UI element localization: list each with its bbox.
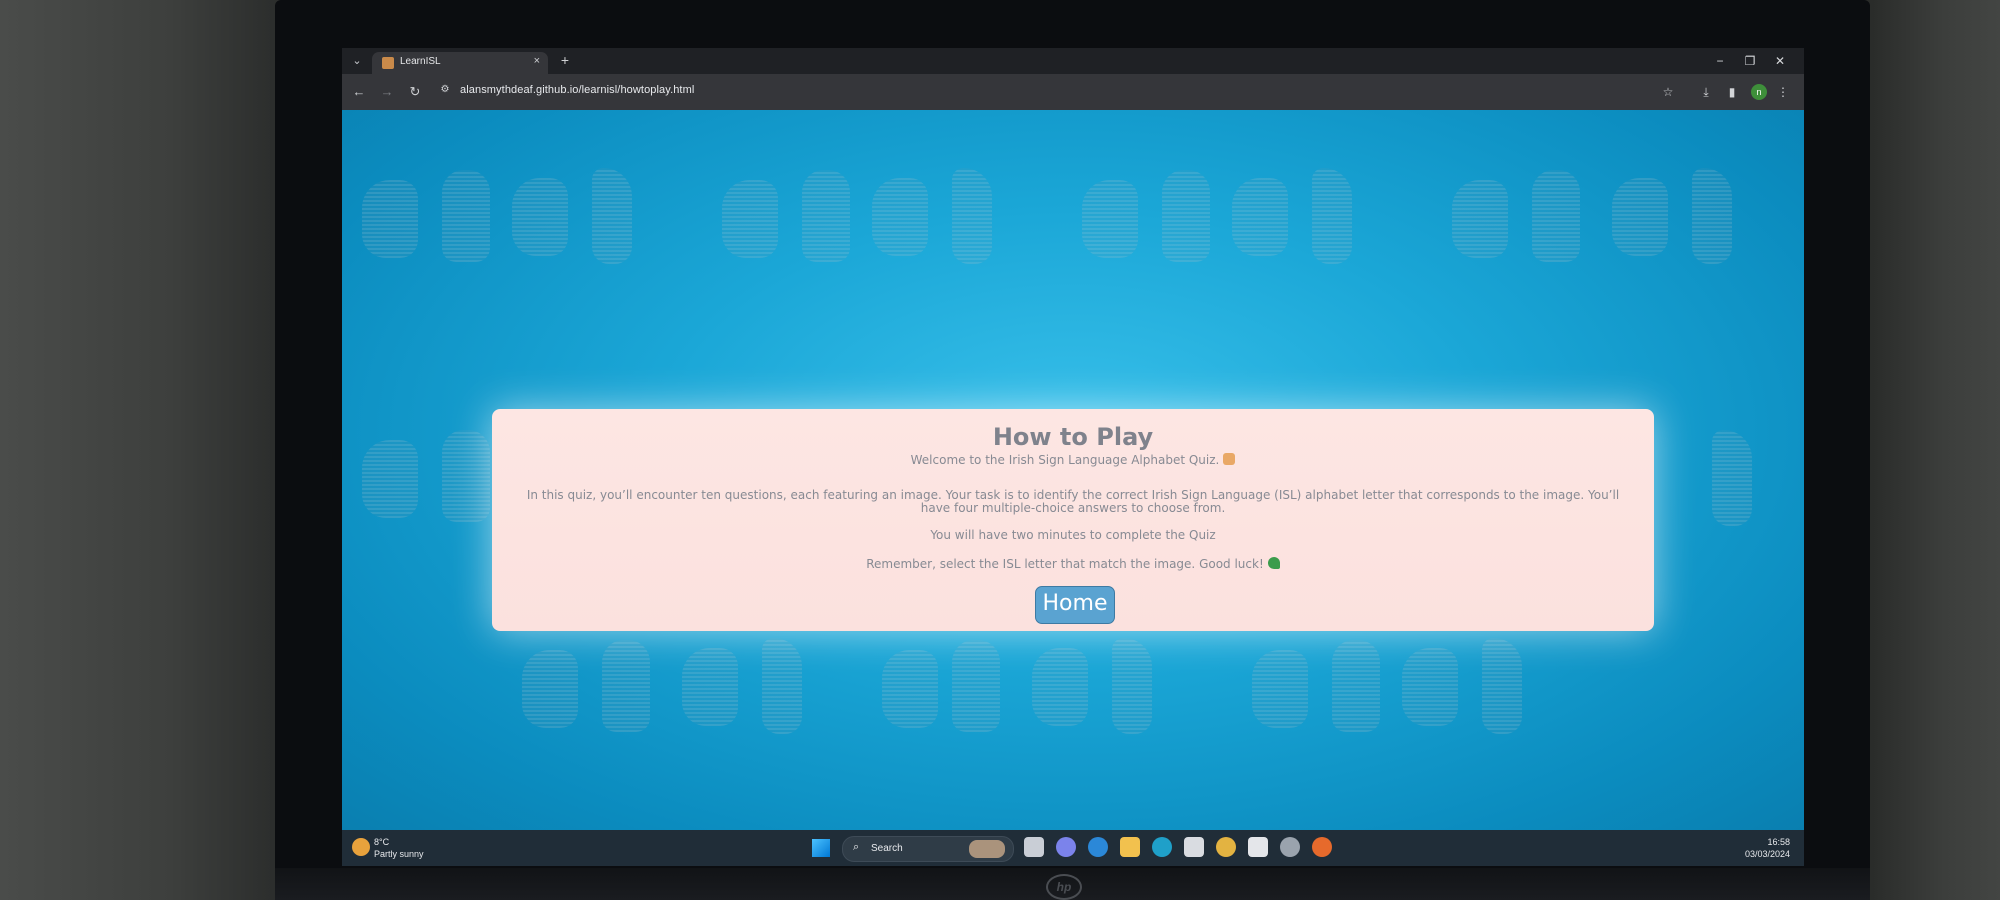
hand-sign-image: [602, 640, 650, 732]
hand-sign-image: [1532, 170, 1580, 262]
search-label: Search: [871, 843, 903, 854]
hand-sign-image: [1032, 648, 1088, 726]
background-hand-pattern-top: [342, 160, 1804, 270]
hand-sign-image: [1082, 180, 1138, 258]
hand-sign-image: [1332, 640, 1380, 732]
hand-sign-image: [362, 440, 418, 518]
weather-temperature: 8°C: [374, 837, 390, 847]
clock-time: 16:58: [1767, 837, 1790, 847]
downloads-icon[interactable]: ⤓: [1697, 83, 1715, 101]
forward-button[interactable]: →: [378, 83, 396, 101]
new-tab-button[interactable]: +: [556, 52, 574, 68]
monitor-logo: hp: [1046, 874, 1082, 900]
chat-icon[interactable]: [1056, 837, 1076, 857]
site-info-icon[interactable]: ⚙: [438, 84, 452, 98]
profile-avatar[interactable]: n: [1751, 84, 1767, 100]
hand-sign-image: [1402, 648, 1458, 726]
reload-button[interactable]: ↻: [406, 83, 424, 101]
hand-sign-image: [762, 638, 802, 734]
hand-sign-image: [1452, 180, 1508, 258]
taskbar-search[interactable]: ⌕ Search: [842, 836, 1014, 862]
welcome-line: Welcome to the Irish Sign Language Alpha…: [492, 453, 1654, 467]
shamrock-icon: [1267, 557, 1280, 569]
hand-sign-image: [682, 648, 738, 726]
reminder-text: Remember, select the ISL letter that mat…: [866, 557, 1264, 571]
hand-sign-image: [882, 650, 938, 728]
bookmark-star-icon[interactable]: ☆: [1659, 83, 1677, 101]
how-to-play-card: How to Play Welcome to the Irish Sign La…: [492, 409, 1654, 631]
firefox-icon[interactable]: [1312, 837, 1332, 857]
hand-sign-image: [592, 168, 632, 264]
hand-sign-image: [1312, 168, 1352, 264]
quiz-description: In this quiz, you’ll encounter ten quest…: [526, 488, 1620, 515]
hand-sign-image: [1482, 638, 1522, 734]
home-button[interactable]: Home: [1035, 586, 1115, 624]
page-viewport: How to Play Welcome to the Irish Sign La…: [342, 110, 1804, 830]
hand-sign-image: [1692, 168, 1732, 264]
tab-title: LearnISL: [400, 56, 441, 67]
copilot-icon[interactable]: [1088, 837, 1108, 857]
hand-sign-image: [1112, 638, 1152, 734]
hand-sign-image: [722, 180, 778, 258]
edge-icon[interactable]: [1152, 837, 1172, 857]
hand-sign-image: [1712, 430, 1752, 526]
store-icon[interactable]: [1184, 837, 1204, 857]
hand-sign-image: [1252, 650, 1308, 728]
hand-sign-image: [442, 170, 490, 262]
side-panel-icon[interactable]: ▮: [1723, 83, 1741, 101]
time-limit-text: You will have two minutes to complete th…: [930, 528, 1216, 542]
close-window-button[interactable]: ✕: [1768, 52, 1792, 70]
hand-sign-image: [512, 178, 568, 256]
hand-sign-image: [362, 180, 418, 258]
settings-gear-icon[interactable]: [1280, 837, 1300, 857]
favicon-icon: [382, 57, 394, 69]
chrome-icon[interactable]: [1216, 837, 1236, 857]
hand-sign-image: [872, 178, 928, 256]
hand-sign-image: [952, 168, 992, 264]
background-hand-pattern-bottom: [342, 630, 1804, 740]
browser-tab-bar: ⌄ LearnISL × + − ❐ ✕: [342, 48, 1804, 74]
hand-sign-image: [442, 430, 490, 522]
hand-sign-image: [1162, 170, 1210, 262]
hand-sign-image: [1612, 178, 1668, 256]
partly-sunny-icon: [352, 838, 370, 856]
waving-hand-icon: [1223, 453, 1236, 465]
search-highlight-image: [969, 840, 1005, 858]
background-wall-left: [0, 0, 285, 900]
system-clock[interactable]: 16:58 03/03/2024: [1745, 836, 1790, 860]
hand-sign-image: [522, 650, 578, 728]
page-title: How to Play: [992, 423, 1154, 451]
welcome-text: Welcome to the Irish Sign Language Alpha…: [910, 453, 1220, 467]
tab-close-icon[interactable]: ×: [534, 55, 540, 67]
browser-tab-learnisl[interactable]: LearnISL ×: [372, 52, 548, 74]
search-icon: ⌕: [853, 841, 860, 853]
background-wall-right: [1860, 0, 2000, 900]
hand-sign-image: [1232, 178, 1288, 256]
file-explorer-icon[interactable]: [1120, 837, 1140, 857]
minimize-button[interactable]: −: [1708, 52, 1732, 70]
back-button[interactable]: ←: [350, 83, 368, 101]
start-button[interactable]: [812, 839, 830, 857]
weather-condition: Partly sunny: [374, 849, 424, 859]
hand-sign-image: [802, 170, 850, 262]
hand-sign-image: [952, 640, 1000, 732]
windows-taskbar: 8°C Partly sunny ⌕ Search 16:58 03/03/20…: [342, 830, 1804, 866]
clock-date: 03/03/2024: [1744, 849, 1790, 859]
menu-kebab-icon[interactable]: ⋮: [1774, 83, 1792, 101]
reminder-line: Remember, select the ISL letter that mat…: [492, 557, 1654, 571]
address-bar[interactable]: alansmythdeaf.github.io/learnisl/howtopl…: [460, 84, 694, 96]
monitor-screen: ⌄ LearnISL × + − ❐ ✕ ← → ↻ ⚙ alansmythde…: [342, 48, 1804, 866]
app-icon[interactable]: [1248, 837, 1268, 857]
tab-search-chevron-icon[interactable]: ⌄: [348, 52, 366, 70]
task-view-icon[interactable]: [1024, 837, 1044, 857]
restore-button[interactable]: ❐: [1738, 52, 1762, 70]
browser-toolbar: ← → ↻ ⚙ alansmythdeaf.github.io/learnisl…: [342, 74, 1804, 110]
